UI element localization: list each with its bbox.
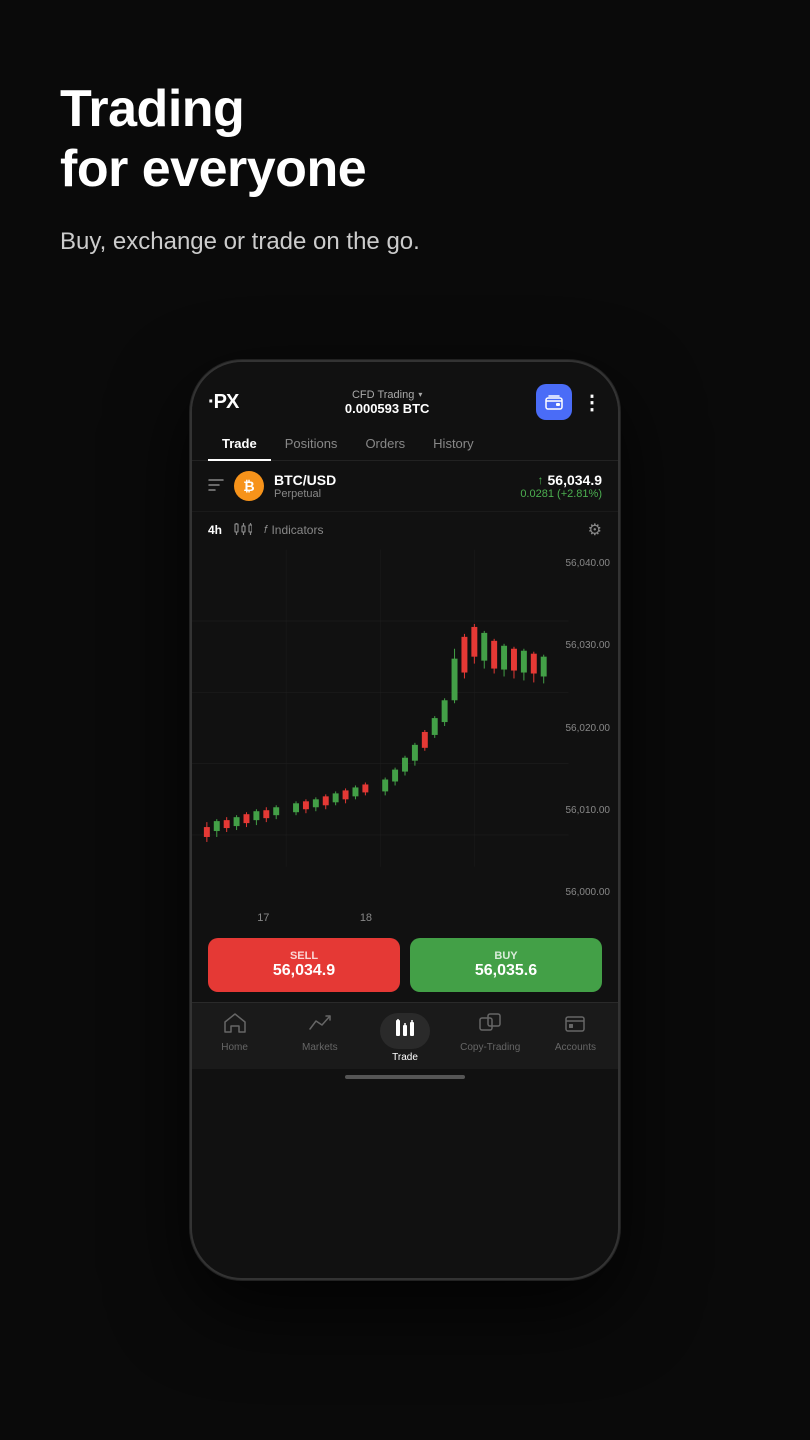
- price-up-icon: ↑: [538, 473, 544, 487]
- wallet-button[interactable]: [536, 384, 572, 420]
- nav-item-accounts[interactable]: Accounts: [533, 1013, 618, 1063]
- cfd-label[interactable]: CFD Trading ▾: [352, 389, 422, 401]
- sell-button[interactable]: SELL 56,034.9: [208, 938, 400, 992]
- phone-screen: ·PX CFD Trading ▾ 0.000593 BTC: [192, 362, 618, 1278]
- nav-label-trade: Trade: [392, 1052, 418, 1063]
- indicators-button[interactable]: 𝑓 Indicators: [264, 523, 323, 537]
- bottom-nav: Home Markets: [192, 1002, 618, 1069]
- nav-item-trade[interactable]: Trade: [362, 1013, 447, 1063]
- tab-orders[interactable]: Orders: [351, 428, 419, 461]
- tab-history[interactable]: History: [419, 428, 487, 461]
- nav-label-markets: Markets: [302, 1042, 338, 1053]
- candlestick-icon[interactable]: [234, 522, 252, 539]
- phone-mockup: ·PX CFD Trading ▾ 0.000593 BTC: [190, 360, 620, 1280]
- price-labels: 56,040.00 56,030.00 56,020.00 56,010.00 …: [566, 548, 611, 908]
- asset-name: BTC/USD: [274, 472, 520, 488]
- sell-label: SELL: [290, 950, 318, 962]
- price-value: ↑ 56,034.9: [520, 472, 602, 488]
- home-icon: [224, 1013, 246, 1039]
- tab-positions[interactable]: Positions: [271, 428, 352, 461]
- price-label-3: 56,020.00: [566, 723, 611, 734]
- asset-row[interactable]: ₿ BTC/USD Perpetual ↑ 56,034.9 0.0281 (+…: [192, 461, 618, 512]
- hero-subtitle: Buy, exchange or trade on the go.: [60, 228, 420, 256]
- time-labels: 17 18: [192, 908, 618, 928]
- asset-price: ↑ 56,034.9 0.0281 (+2.81%): [520, 472, 602, 500]
- trade-buttons: SELL 56,034.9 BUY 56,035.6: [192, 928, 618, 1002]
- time-label-18: 18: [360, 912, 372, 924]
- nav-label-home: Home: [221, 1042, 248, 1053]
- filter-icon: [208, 478, 224, 495]
- tabs-bar: Trade Positions Orders History: [192, 428, 618, 461]
- timeframe-button[interactable]: 4h: [208, 523, 222, 537]
- tab-trade[interactable]: Trade: [208, 428, 271, 461]
- copy-trading-icon: [479, 1013, 501, 1039]
- sell-price: 56,034.9: [273, 962, 335, 980]
- buy-price: 56,035.6: [475, 962, 537, 980]
- btc-coin-icon: ₿: [234, 471, 264, 501]
- markets-icon: [309, 1013, 331, 1039]
- buy-label: BUY: [494, 950, 517, 962]
- price-label-5: 56,000.00: [566, 887, 611, 898]
- price-label-1: 56,040.00: [566, 558, 611, 569]
- hero-title: Trading for everyone: [60, 80, 420, 200]
- home-indicator: [345, 1075, 465, 1079]
- nav-item-home[interactable]: Home: [192, 1013, 277, 1063]
- nav-item-markets[interactable]: Markets: [277, 1013, 362, 1063]
- app-header: ·PX CFD Trading ▾ 0.000593 BTC: [192, 374, 618, 428]
- asset-info: BTC/USD Perpetual: [274, 472, 520, 500]
- settings-icon[interactable]: ⚙: [588, 520, 602, 540]
- nav-item-copy-trading[interactable]: Copy-Trading: [448, 1013, 533, 1063]
- btc-balance: 0.000593 BTC: [345, 401, 430, 416]
- trade-icon: [394, 1018, 416, 1044]
- more-button[interactable]: ⋮: [582, 390, 602, 415]
- nav-label-accounts: Accounts: [555, 1042, 596, 1053]
- nav-active-bg: [380, 1013, 430, 1049]
- header-center: CFD Trading ▾ 0.000593 BTC: [345, 389, 430, 416]
- status-bar: [192, 362, 618, 374]
- hero-section: Trading for everyone Buy, exchange or tr…: [60, 80, 420, 256]
- app-logo: ·PX: [208, 391, 238, 414]
- nav-label-copy-trading: Copy-Trading: [460, 1042, 520, 1053]
- time-label-17: 17: [257, 912, 269, 924]
- phone-frame: ·PX CFD Trading ▾ 0.000593 BTC: [190, 360, 620, 1280]
- price-change: 0.0281 (+2.81%): [520, 488, 602, 500]
- chart-area: 56,040.00 56,030.00 56,020.00 56,010.00 …: [192, 548, 618, 908]
- price-label-2: 56,030.00: [566, 640, 611, 651]
- chevron-down-icon: ▾: [418, 390, 422, 399]
- chart-toolbar: 4h 𝑓 Indicato: [192, 512, 618, 548]
- buy-button[interactable]: BUY 56,035.6: [410, 938, 602, 992]
- header-right: ⋮: [536, 384, 602, 420]
- side-button: [618, 722, 620, 782]
- price-label-4: 56,010.00: [566, 805, 611, 816]
- accounts-icon: [564, 1013, 586, 1039]
- asset-type: Perpetual: [274, 488, 520, 500]
